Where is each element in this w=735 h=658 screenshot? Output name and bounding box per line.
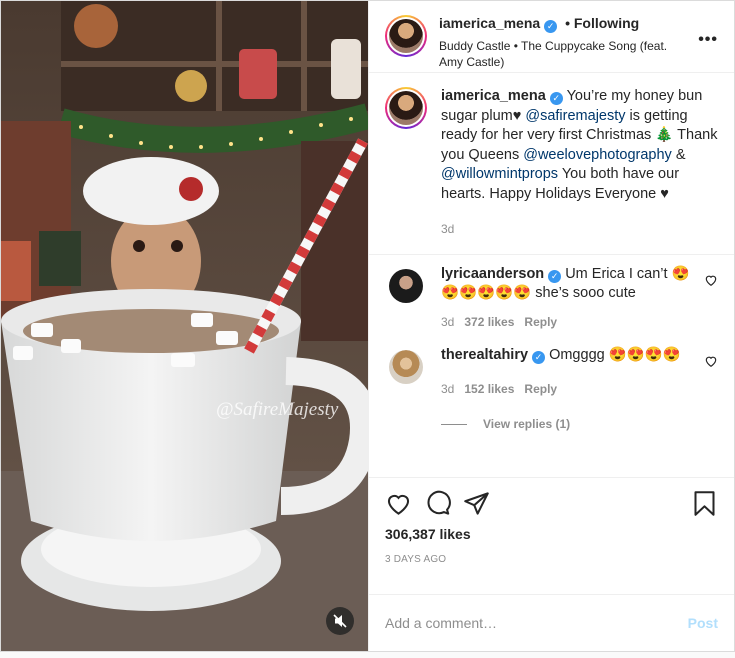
header-username[interactable]: iamerica_mena [439, 15, 540, 31]
save-bookmark-icon[interactable] [691, 490, 718, 517]
speaker-muted-icon [333, 614, 347, 628]
comment-text: Omgggg 😍😍😍😍 [549, 347, 681, 363]
verified-badge-icon: ✓ [532, 351, 546, 364]
avatar[interactable] [385, 15, 427, 57]
like-comment-heart-icon[interactable] [704, 273, 718, 287]
caption-username[interactable]: iamerica_mena [441, 88, 546, 104]
watermark-text: @SafireMajesty [216, 399, 339, 420]
view-replies-label: View replies (1) [483, 417, 571, 431]
reply-button[interactable]: Reply [524, 382, 557, 396]
audio-track-link[interactable]: Buddy Castle • The Cuppycake Song (feat.… [439, 38, 718, 70]
mention-link[interactable]: @willowmintprops [441, 166, 558, 182]
comment-age[interactable]: 3d [441, 382, 454, 396]
add-comment-bar: Post [369, 594, 734, 651]
post-date[interactable]: 3 DAYS AGO [385, 554, 718, 565]
post-actions: 306,387 likes 3 DAYS AGO [369, 477, 734, 594]
comment-username[interactable]: therealtahiry [441, 347, 528, 363]
comment-likes[interactable]: 372 likes [464, 315, 514, 329]
verified-badge-icon: ✓ [544, 20, 558, 33]
post-comment-button[interactable]: Post [688, 615, 718, 631]
add-comment-input[interactable] [385, 615, 688, 631]
reply-button[interactable]: Reply [524, 315, 557, 329]
divider [369, 253, 734, 255]
verified-badge-icon: ✓ [548, 269, 562, 283]
comment-age[interactable]: 3d [441, 315, 454, 329]
mute-button[interactable] [326, 607, 354, 635]
more-options-button[interactable]: ••• [698, 31, 718, 49]
caption-avatar[interactable] [385, 87, 427, 129]
verified-badge-icon: ✓ [549, 92, 563, 105]
caption-age[interactable]: 3d [441, 222, 454, 236]
comment: therealtahiry ✓ Omgggg 😍😍😍😍 3d 152 likes Re… [385, 346, 718, 399]
caption: iamerica_mena ✓ You’re my honey bun sugar… [385, 87, 718, 240]
view-replies-button[interactable]: View replies (1) [441, 417, 718, 431]
instagram-post: @SafireMajesty iamerica_mena ✓ • Followin… [0, 0, 735, 652]
post-header: iamerica_mena ✓ • Following Buddy Castle … [369, 1, 734, 73]
likes-count[interactable]: 306,387 likes [385, 526, 718, 542]
avatar[interactable] [389, 268, 423, 303]
like-heart-icon[interactable] [385, 490, 412, 517]
post-details-panel: iamerica_mena ✓ • Following Buddy Castle … [368, 1, 734, 651]
video-frame-illustration [1, 1, 368, 651]
comment-username[interactable]: lyricaanderson [441, 266, 544, 282]
avatar[interactable] [389, 350, 423, 384]
comment: lyricaanderson ✓ Um Erica I can’t 😍😍😍😍😍😍 … [385, 265, 718, 333]
comment-likes[interactable]: 152 likes [464, 382, 514, 396]
comment-bubble-icon[interactable] [424, 490, 451, 517]
comments-list: iamerica_mena ✓ You’re my honey bun sugar… [369, 73, 734, 477]
post-video[interactable]: @SafireMajesty [1, 1, 368, 651]
following-button[interactable]: • Following [565, 15, 639, 31]
caption-text: & [675, 146, 686, 163]
like-comment-heart-icon[interactable] [704, 354, 718, 368]
share-paper-plane-icon[interactable] [463, 490, 490, 517]
mention-link[interactable]: @weelovephotography [523, 147, 672, 163]
more-dots-icon: ••• [698, 31, 718, 48]
mention-link[interactable]: @safiremajesty [525, 108, 625, 124]
